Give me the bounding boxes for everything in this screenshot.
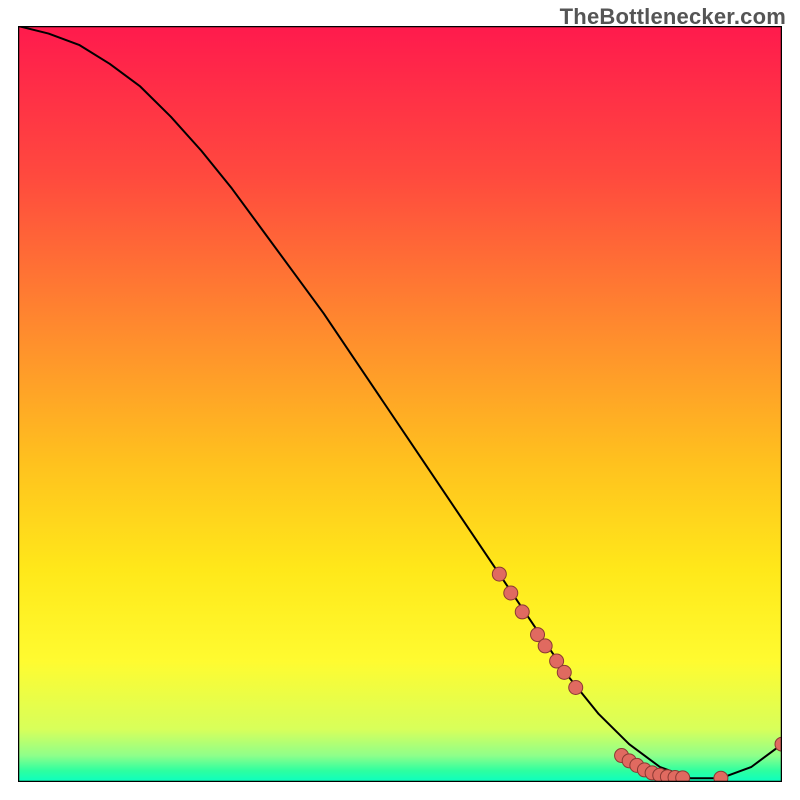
data-point bbox=[676, 771, 690, 782]
data-point bbox=[515, 605, 529, 619]
data-point bbox=[504, 586, 518, 600]
chart-background bbox=[18, 26, 782, 782]
data-point bbox=[492, 567, 506, 581]
bottleneck-chart bbox=[18, 26, 782, 782]
data-point bbox=[538, 639, 552, 653]
data-point bbox=[557, 665, 571, 679]
data-point bbox=[569, 681, 583, 695]
data-point bbox=[714, 771, 728, 782]
chart-svg bbox=[18, 26, 782, 782]
